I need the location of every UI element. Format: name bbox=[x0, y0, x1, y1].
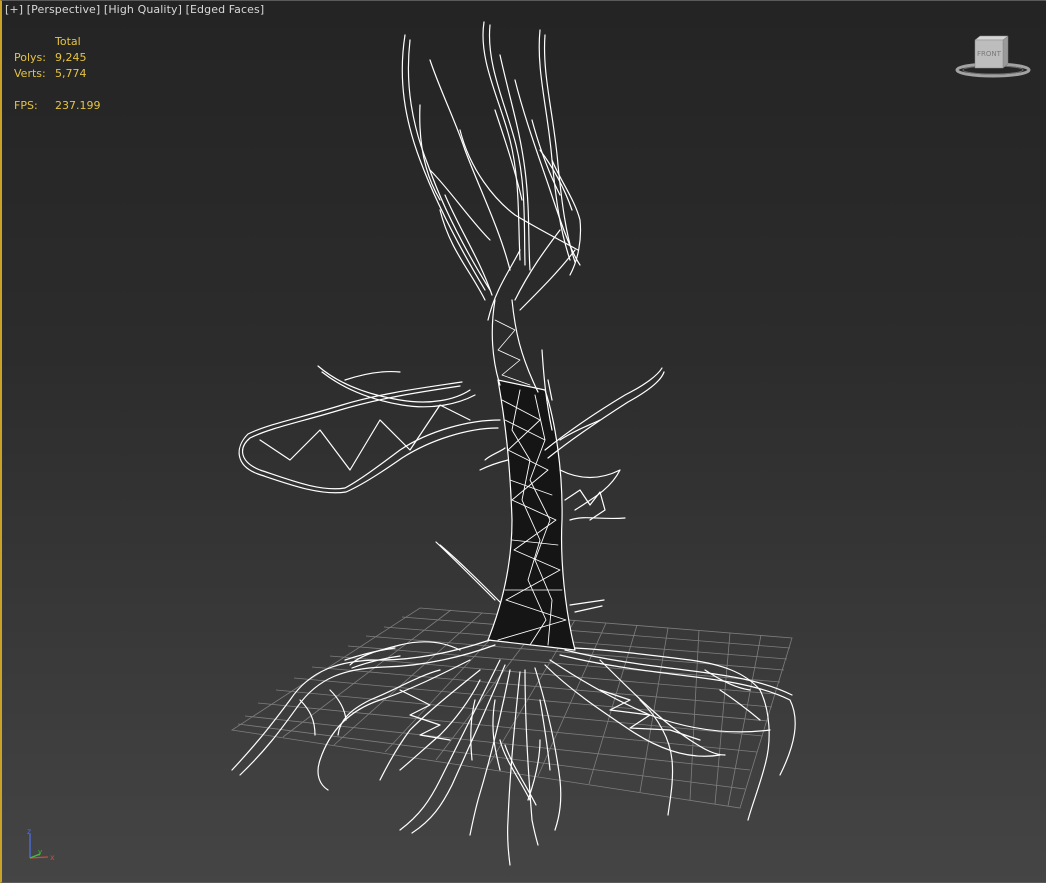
axis-tripod-icon: z x y bbox=[27, 827, 55, 862]
z-axis-label: z bbox=[27, 827, 31, 836]
x-axis-label: x bbox=[50, 853, 55, 862]
y-axis-label: y bbox=[38, 848, 42, 856]
viewcube[interactable]: FRONT bbox=[950, 28, 1036, 84]
viewcube-top-face[interactable] bbox=[974, 35, 1009, 41]
perspective-viewport[interactable]: [+] [Perspective] [High Quality] [Edged … bbox=[0, 0, 1046, 883]
viewcube-front-label: FRONT bbox=[977, 50, 1002, 58]
tree-wireframe-mesh[interactable] bbox=[231, 21, 796, 866]
scene-canvas[interactable] bbox=[0, 0, 1046, 883]
viewcube-right-face[interactable] bbox=[1002, 35, 1009, 69]
